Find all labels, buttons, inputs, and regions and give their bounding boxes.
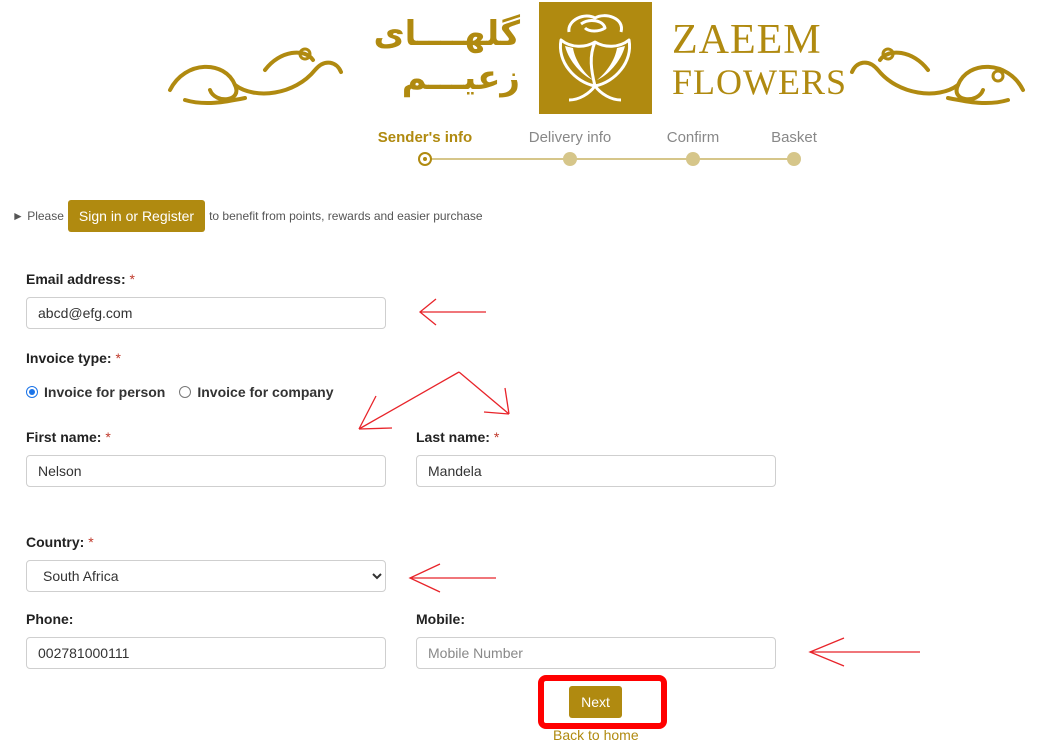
- annotation-arrow-country-icon: [408, 563, 496, 593]
- logo-arabic-line2: زعیـــم: [401, 58, 520, 98]
- checkout-steps: Sender's info Delivery info Confirm Bask…: [360, 125, 840, 175]
- first-name-input[interactable]: [26, 455, 386, 487]
- step-dot: [563, 152, 577, 166]
- brand-name-line1: ZAEEM: [672, 17, 822, 63]
- signin-prompt: ► Please Sign in or Register to benefit …: [12, 200, 483, 232]
- step-delivery-info[interactable]: Delivery info: [529, 129, 612, 146]
- invoice-type-label-text: Invoice type:: [26, 350, 112, 366]
- invoice-person-label[interactable]: Invoice for person: [44, 384, 165, 400]
- country-select[interactable]: South Africa: [26, 560, 386, 592]
- invoice-company-radio[interactable]: Invoice for company: [179, 384, 334, 400]
- first-name-label-text: First name:: [26, 429, 102, 445]
- last-name-input[interactable]: [416, 455, 776, 487]
- phone-input[interactable]: [26, 637, 386, 669]
- rose-logo: [539, 2, 652, 114]
- step-dot: [686, 152, 700, 166]
- annotation-arrow-email-icon: [418, 298, 486, 326]
- brand-name-line2: FLOWERS: [672, 62, 848, 102]
- back-to-home-link[interactable]: Back to home: [553, 727, 639, 743]
- country-label-text: Country:: [26, 534, 85, 550]
- country-label: Country: *: [26, 534, 94, 550]
- required-mark: *: [115, 350, 121, 366]
- annotation-arrow-mobile-icon: [808, 637, 920, 667]
- required-mark: *: [129, 271, 135, 287]
- required-mark: *: [105, 429, 111, 445]
- email-label: Email address: *: [26, 271, 135, 287]
- mobile-input[interactable]: [416, 637, 776, 669]
- signin-register-button[interactable]: Sign in or Register: [67, 200, 206, 232]
- mobile-label: Mobile:: [416, 611, 465, 627]
- required-mark: *: [88, 534, 94, 550]
- step-confirm[interactable]: Confirm: [667, 129, 720, 146]
- next-button[interactable]: Next: [569, 686, 622, 718]
- site-header: گلهــــای زعیـــم ZAEEM FLOWERS: [0, 0, 1037, 120]
- left-flourish-icon: [168, 47, 343, 106]
- right-flourish-icon: [850, 47, 1025, 106]
- steps-progress-line: [425, 158, 795, 160]
- step-basket[interactable]: Basket: [771, 129, 817, 146]
- radio-unchecked-icon[interactable]: [179, 386, 192, 398]
- email-label-text: Email address:: [26, 271, 126, 287]
- invoice-company-label[interactable]: Invoice for company: [197, 384, 333, 400]
- email-input[interactable]: [26, 297, 386, 329]
- step-senders-info[interactable]: Sender's info: [378, 129, 472, 146]
- invoice-type-label: Invoice type: *: [26, 350, 121, 366]
- invoice-type-radio-group: Invoice for person Invoice for company: [26, 384, 348, 400]
- logo-arabic-line1: گلهــــای: [373, 14, 520, 54]
- phone-label: Phone:: [26, 611, 74, 627]
- step-dot-active: [418, 152, 432, 166]
- annotation-arrow-names-icon: [358, 371, 510, 430]
- step-dot: [787, 152, 801, 166]
- rose-icon: [558, 14, 632, 102]
- signin-suffix: to benefit from points, rewards and easi…: [209, 209, 483, 223]
- invoice-person-radio[interactable]: Invoice for person: [26, 384, 165, 400]
- first-name-label: First name: *: [26, 429, 111, 445]
- radio-checked-icon[interactable]: [26, 386, 38, 398]
- signin-prefix: ► Please: [12, 209, 64, 223]
